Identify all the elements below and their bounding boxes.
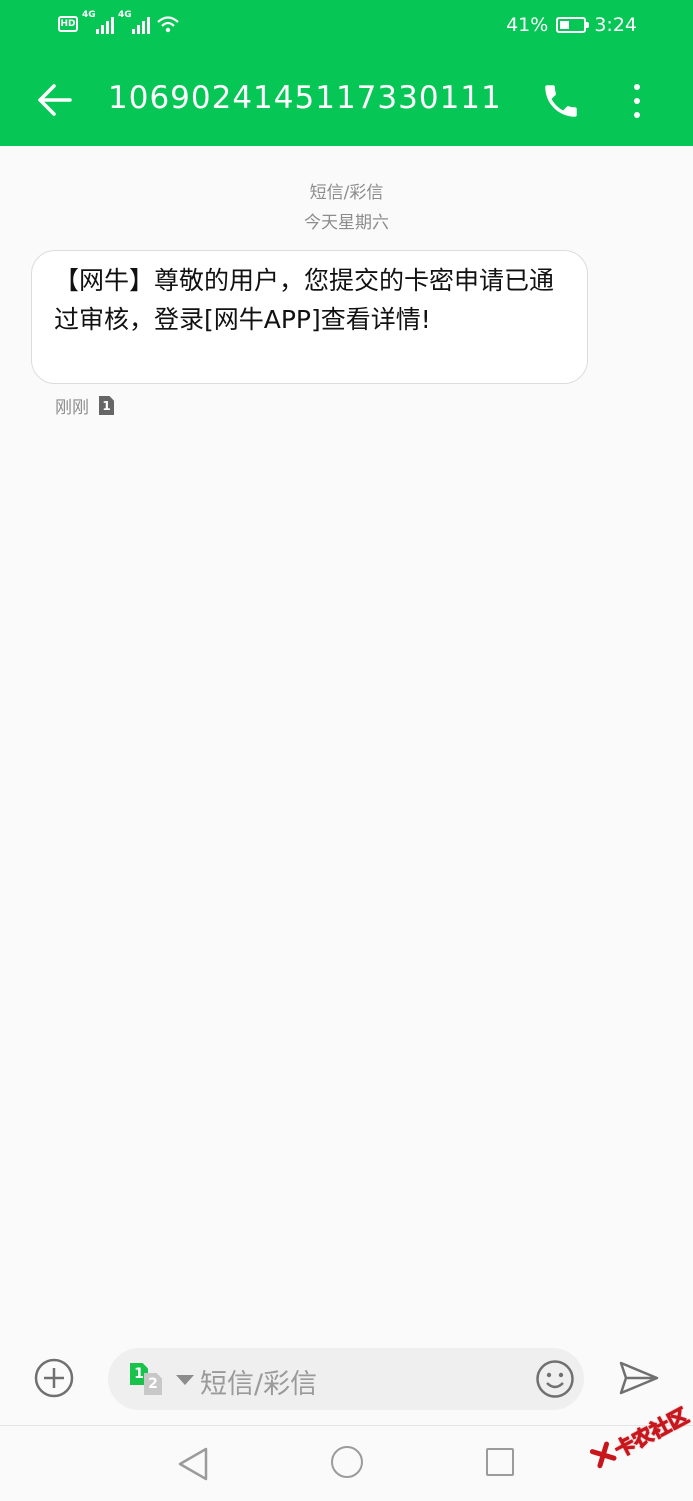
hd-icon: HD: [58, 16, 78, 32]
signal-icon: 4G: [118, 10, 150, 34]
app-header: HD 4G 4G 41% 3:24 1069024145117330111: [0, 0, 693, 146]
battery-icon: [556, 17, 590, 33]
phone-icon[interactable]: [540, 80, 582, 122]
sim2-icon: 2: [144, 1373, 162, 1395]
nav-recents-icon[interactable]: [486, 1448, 514, 1476]
battery-percent: 41%: [506, 14, 549, 36]
message-time: 刚刚: [55, 398, 89, 418]
emoji-icon[interactable]: [535, 1359, 575, 1399]
add-circle-icon[interactable]: [34, 1358, 74, 1398]
sim-selector[interactable]: 1 2: [130, 1363, 170, 1397]
clock: 3:24: [594, 14, 637, 36]
status-bar: HD 4G 4G 41% 3:24: [0, 0, 693, 56]
wifi-icon: [157, 16, 179, 33]
composer: 1 2 短信/彩信: [0, 1340, 693, 1424]
nav-home-icon[interactable]: [331, 1446, 363, 1478]
more-options-icon[interactable]: [622, 78, 652, 124]
app-bar: 1069024145117330111: [0, 56, 693, 146]
nav-back-icon[interactable]: [176, 1446, 210, 1482]
channel-label: 短信/彩信: [309, 183, 384, 203]
signal-icon: 4G: [82, 10, 114, 34]
date-label: 今天星期六: [304, 213, 389, 233]
send-icon[interactable]: [618, 1360, 660, 1396]
input-placeholder: 短信/彩信: [200, 1369, 318, 1400]
contact-title: 1069024145117330111: [108, 80, 502, 116]
watermark-text: 卡农社区: [610, 1403, 693, 1463]
caret-down-icon[interactable]: [176, 1375, 194, 1385]
message-meta: 刚刚 1: [55, 393, 114, 418]
message-bubble[interactable]: 【网牛】尊敬的用户，您提交的卡密申请已通过审核，登录[网牛APP]查看详情!: [31, 250, 588, 384]
back-arrow-icon[interactable]: [34, 80, 74, 120]
message-input[interactable]: 1 2 短信/彩信: [108, 1348, 584, 1410]
sim-card-icon: 1: [99, 396, 114, 415]
